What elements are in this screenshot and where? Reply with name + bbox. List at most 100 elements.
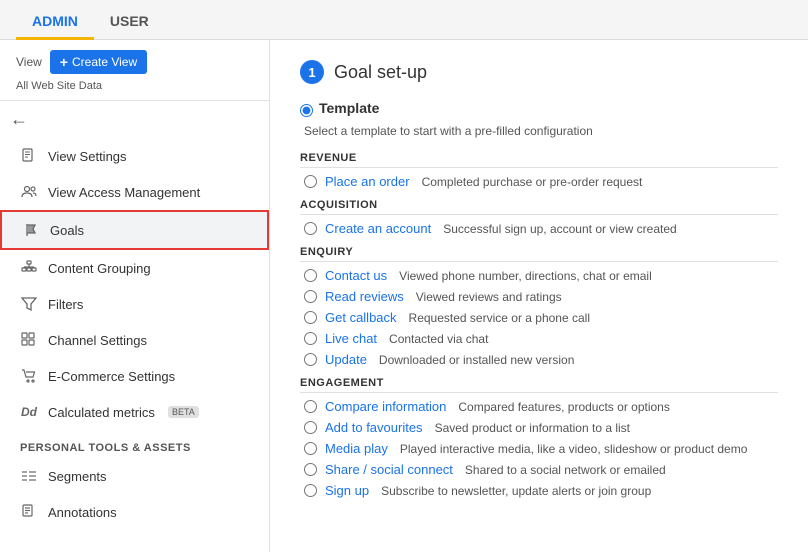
goal-create-an-account: Create an account Successful sign up, ac… bbox=[300, 221, 778, 236]
goal-get-callback: Get callback Requested service or a phon… bbox=[300, 310, 778, 325]
goal-setup-heading: Goal set-up bbox=[334, 62, 427, 83]
create-an-account-desc: Successful sign up, account or view crea… bbox=[443, 222, 676, 236]
sidebar-label-ecommerce-settings: E-Commerce Settings bbox=[48, 369, 175, 384]
place-an-order-radio[interactable] bbox=[304, 175, 317, 188]
live-chat-name: Live chat bbox=[325, 331, 377, 346]
compare-information-desc: Compared features, products or options bbox=[458, 400, 669, 414]
content-area: 1 Goal set-up Template Select a template… bbox=[270, 40, 808, 552]
add-to-favourites-name: Add to favourites bbox=[325, 420, 423, 435]
sidebar-label-annotations: Annotations bbox=[48, 505, 117, 520]
template-label: Template bbox=[319, 100, 379, 116]
sign-up-radio[interactable] bbox=[304, 484, 317, 497]
doc-icon bbox=[20, 147, 38, 165]
create-view-button[interactable]: + Create View bbox=[50, 50, 147, 74]
sign-up-desc: Subscribe to newsletter, update alerts o… bbox=[381, 484, 651, 498]
goal-share-social-connect: Share / social connect Shared to a socia… bbox=[300, 462, 778, 477]
goal-read-reviews: Read reviews Viewed reviews and ratings bbox=[300, 289, 778, 304]
compare-information-name: Compare information bbox=[325, 399, 446, 414]
contact-us-name: Contact us bbox=[325, 268, 387, 283]
read-reviews-desc: Viewed reviews and ratings bbox=[416, 290, 562, 304]
goal-live-chat: Live chat Contacted via chat bbox=[300, 331, 778, 346]
goal-contact-us: Contact us Viewed phone number, directio… bbox=[300, 268, 778, 283]
media-play-name: Media play bbox=[325, 441, 388, 456]
sidebar-label-filters: Filters bbox=[48, 297, 83, 312]
goal-update: Update Downloaded or installed new versi… bbox=[300, 352, 778, 367]
goal-compare-information: Compare information Compared features, p… bbox=[300, 399, 778, 414]
sidebar-item-channel-settings[interactable]: Channel Settings bbox=[0, 322, 269, 358]
sidebar-item-annotations[interactable]: Annotations bbox=[0, 494, 269, 530]
add-to-favourites-radio[interactable] bbox=[304, 421, 317, 434]
live-chat-radio[interactable] bbox=[304, 332, 317, 345]
contact-us-radio[interactable] bbox=[304, 269, 317, 282]
read-reviews-radio[interactable] bbox=[304, 290, 317, 303]
step-circle: 1 bbox=[300, 60, 324, 84]
sidebar-item-content-grouping[interactable]: Content Grouping bbox=[0, 250, 269, 286]
create-an-account-radio[interactable] bbox=[304, 222, 317, 235]
share-social-name: Share / social connect bbox=[325, 462, 453, 477]
update-desc: Downloaded or installed new version bbox=[379, 353, 574, 367]
sidebar-item-filters[interactable]: Filters bbox=[0, 286, 269, 322]
back-arrow-button[interactable]: ← bbox=[0, 101, 269, 138]
goal-media-play: Media play Played interactive media, lik… bbox=[300, 441, 778, 456]
revenue-section-label: REVENUE bbox=[300, 152, 778, 168]
segments-icon bbox=[20, 467, 38, 485]
create-an-account-name: Create an account bbox=[325, 221, 431, 236]
share-social-radio[interactable] bbox=[304, 463, 317, 476]
sidebar-item-ecommerce-settings[interactable]: E-Commerce Settings bbox=[0, 358, 269, 394]
beta-badge: BETA bbox=[168, 406, 199, 418]
back-arrow-icon: ← bbox=[10, 109, 28, 130]
personal-section-header: PERSONAL TOOLS & ASSETS bbox=[0, 430, 269, 458]
goal-setup-title: 1 Goal set-up bbox=[300, 60, 778, 84]
get-callback-name: Get callback bbox=[325, 310, 397, 325]
acquisition-section-label: ACQUISITION bbox=[300, 199, 778, 215]
place-an-order-name: Place an order bbox=[325, 174, 410, 189]
get-callback-radio[interactable] bbox=[304, 311, 317, 324]
media-play-desc: Played interactive media, like a video, … bbox=[400, 442, 748, 456]
goal-place-an-order: Place an order Completed purchase or pre… bbox=[300, 174, 778, 189]
template-radio-row: Template bbox=[300, 100, 778, 120]
site-name: All Web Site Data bbox=[0, 80, 269, 100]
engagement-section-label: ENGAGEMENT bbox=[300, 377, 778, 393]
top-tabs-bar: ADMIN USER bbox=[0, 0, 808, 40]
dd-icon: Dd bbox=[20, 403, 38, 421]
sidebar-view-row: View + Create View bbox=[0, 40, 269, 80]
enquiry-section-label: ENQUIRY bbox=[300, 246, 778, 262]
media-play-radio[interactable] bbox=[304, 442, 317, 455]
goal-add-to-favourites: Add to favourites Saved product or infor… bbox=[300, 420, 778, 435]
contact-us-desc: Viewed phone number, directions, chat or… bbox=[399, 269, 652, 283]
sidebar-label-channel-settings: Channel Settings bbox=[48, 333, 147, 348]
tab-user[interactable]: USER bbox=[94, 5, 165, 40]
plus-icon: + bbox=[60, 54, 68, 70]
sidebar-item-calculated-metrics[interactable]: Dd Calculated metrics BETA bbox=[0, 394, 269, 430]
tab-admin[interactable]: ADMIN bbox=[16, 5, 94, 40]
place-an-order-desc: Completed purchase or pre-order request bbox=[422, 175, 643, 189]
sidebar: View + Create View All Web Site Data ← V… bbox=[0, 40, 270, 552]
template-radio[interactable] bbox=[300, 104, 313, 117]
sidebar-label-segments: Segments bbox=[48, 469, 107, 484]
sidebar-item-segments[interactable]: Segments bbox=[0, 458, 269, 494]
grid-icon bbox=[20, 331, 38, 349]
goal-sign-up: Sign up Subscribe to newsletter, update … bbox=[300, 483, 778, 498]
sign-up-name: Sign up bbox=[325, 483, 369, 498]
sidebar-item-view-settings[interactable]: View Settings bbox=[0, 138, 269, 174]
sidebar-label-calculated-metrics: Calculated metrics bbox=[48, 405, 155, 420]
share-social-desc: Shared to a social network or emailed bbox=[465, 463, 666, 477]
live-chat-desc: Contacted via chat bbox=[389, 332, 488, 346]
add-to-favourites-desc: Saved product or information to a list bbox=[435, 421, 630, 435]
sidebar-label-content-grouping: Content Grouping bbox=[48, 261, 151, 276]
compare-information-radio[interactable] bbox=[304, 400, 317, 413]
cart-icon bbox=[20, 367, 38, 385]
main-layout: View + Create View All Web Site Data ← V… bbox=[0, 40, 808, 552]
sidebar-item-view-access-management[interactable]: View Access Management bbox=[0, 174, 269, 210]
template-desc: Select a template to start with a pre-fi… bbox=[300, 124, 778, 138]
sidebar-item-goals[interactable]: Goals bbox=[0, 210, 269, 250]
view-label: View bbox=[16, 55, 42, 69]
sidebar-label-view-settings: View Settings bbox=[48, 149, 127, 164]
notes-icon bbox=[20, 503, 38, 521]
get-callback-desc: Requested service or a phone call bbox=[409, 311, 590, 325]
sidebar-label-view-access-management: View Access Management bbox=[48, 185, 200, 200]
update-radio[interactable] bbox=[304, 353, 317, 366]
filter-icon bbox=[20, 295, 38, 313]
people-icon bbox=[20, 183, 38, 201]
sitemap-icon bbox=[20, 259, 38, 277]
